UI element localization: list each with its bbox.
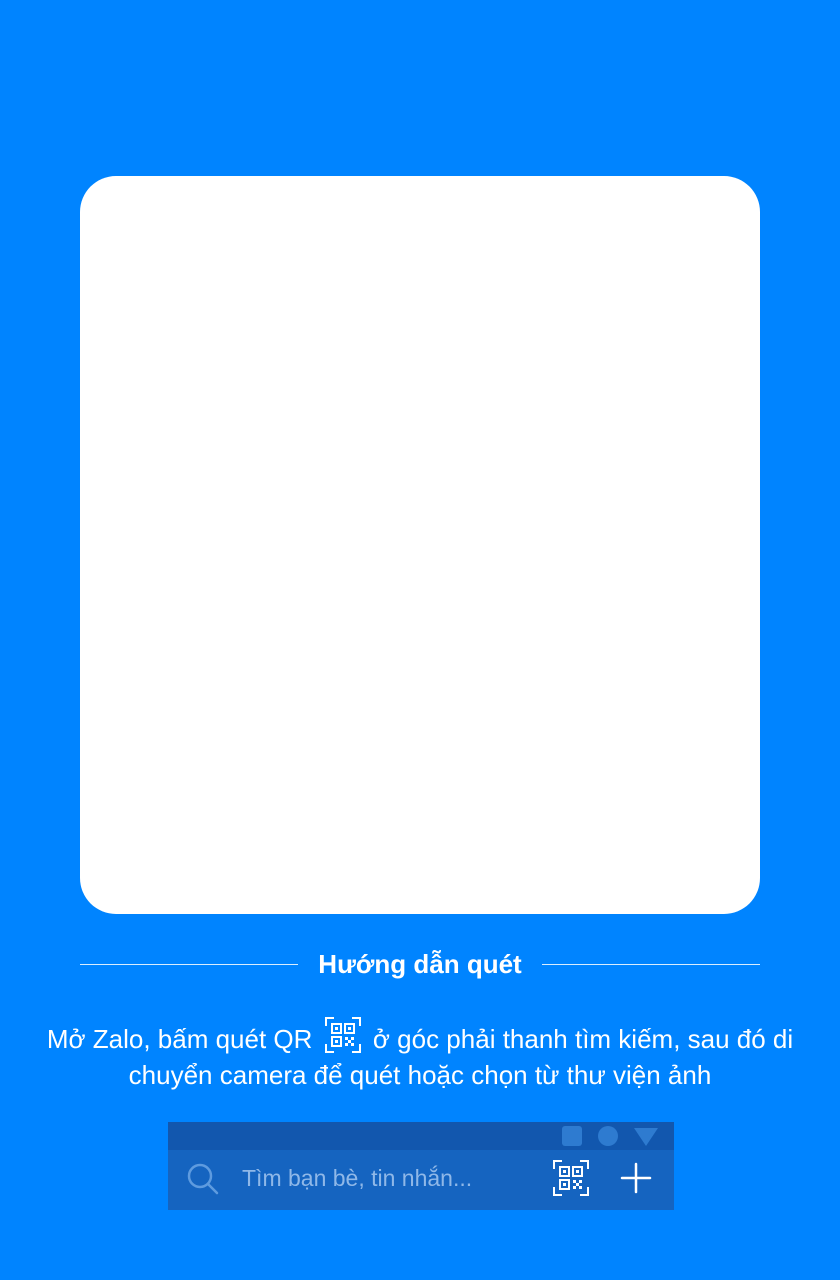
- divider-line-left: [80, 963, 299, 965]
- instructions-part1: Mở Zalo, bấm quét QR: [46, 1024, 313, 1054]
- plus-icon: [620, 1162, 652, 1194]
- search-row: Tìm bạn bè, tin nhắn...: [168, 1150, 674, 1210]
- circle-icon: [598, 1126, 618, 1146]
- square-icon: [562, 1126, 582, 1146]
- guide-title: Hướng dẫn quét: [318, 948, 522, 979]
- triangle-icon: [634, 1128, 658, 1146]
- divider-line-right: [541, 963, 760, 965]
- guide-divider: Hướng dẫn quét: [80, 944, 760, 984]
- qr-scan-icon: [324, 1016, 362, 1054]
- search-placeholder: Tìm bạn bè, tin nhắn...: [242, 1165, 473, 1191]
- zalo-search-bar-illustration: Tìm bạn bè, tin nhắn...: [168, 1122, 674, 1210]
- status-strip: [168, 1122, 674, 1150]
- qr-code-card: [80, 176, 760, 914]
- search-icon: [186, 1162, 220, 1196]
- qr-scan-icon: [552, 1159, 590, 1197]
- instructions-text: Mở Zalo, bấm quét QR ở góc phải thanh tì…: [30, 1016, 810, 1093]
